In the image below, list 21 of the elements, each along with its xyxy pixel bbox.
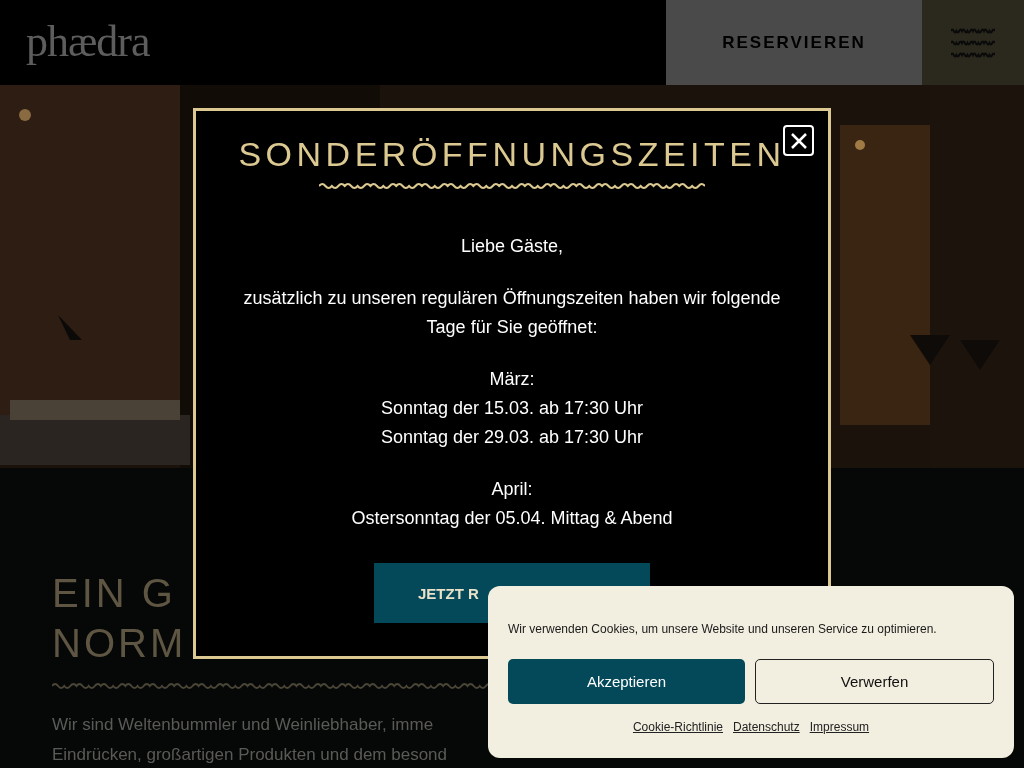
dialog-text: Liebe Gäste, <box>460 235 564 258</box>
heading: NORM <box>52 620 187 667</box>
dialog-text: Ostersonntag der 05.04. Mittag & Abend <box>351 507 673 530</box>
footer-link[interactable]: Datenschutz <box>733 720 800 734</box>
close-icon <box>789 131 808 150</box>
dismiss-button[interactable]: Verwerfen <box>755 659 994 704</box>
dialog-text: Sonntag der 29.03. ab 17:30 Uhr <box>380 426 644 449</box>
cookie-message: Wir verwenden Cookies, um unsere Website und unseren Service zu optimieren. <box>508 622 938 636</box>
dialog-text: Sonntag der 15.03. ab 17:30 Uhr <box>380 397 644 420</box>
footer-link[interactable]: Impressum <box>809 720 870 734</box>
accept-button[interactable]: Akzeptieren <box>508 659 745 704</box>
dialog-text: März: <box>489 368 535 391</box>
dialog-text: April: <box>491 478 533 501</box>
intro-text: Eindrücken, großartigen Produkten und dem besond <box>52 744 448 766</box>
footer-link[interactable]: Cookie-Richtlinie <box>632 720 723 734</box>
intro-text: Wir sind Weltenbummler und Weinliebhaber, imme <box>52 714 434 736</box>
dialog-title: SONDERÖFFNUNGSZEITEN <box>238 135 786 174</box>
close-button[interactable] <box>783 125 814 156</box>
heading: EIN G <box>52 570 176 617</box>
dialog-text: zusätzlich zu unseren regulären Öffnungszeiten haben wir folgende Tage für Sie geöffnet: <box>242 287 782 339</box>
menu-icon <box>951 27 995 58</box>
